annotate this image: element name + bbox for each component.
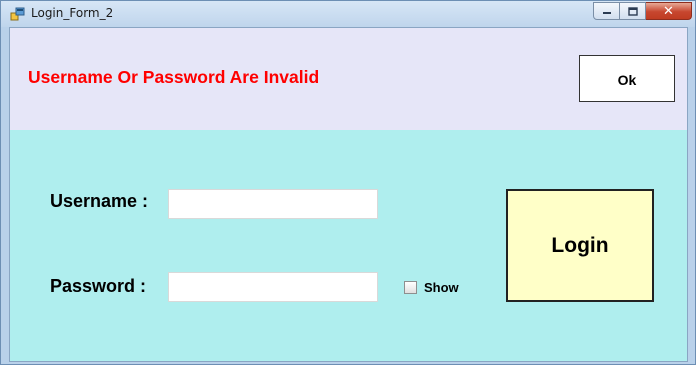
username-label: Username : bbox=[50, 191, 149, 211]
error-message: Username Or Password Are Invalid bbox=[28, 67, 320, 87]
minimize-icon bbox=[602, 12, 611, 14]
close-button[interactable]: ✕ bbox=[646, 2, 692, 20]
password-input[interactable] bbox=[168, 272, 378, 302]
show-password-checkbox[interactable] bbox=[404, 281, 417, 294]
minimize-button[interactable] bbox=[593, 2, 620, 20]
window-title: Login_Form_2 bbox=[31, 6, 114, 20]
title-bar[interactable]: Login_Form_2 ✕ bbox=[1, 1, 695, 27]
username-input[interactable] bbox=[168, 189, 378, 219]
app-icon bbox=[10, 7, 25, 21]
maximize-button[interactable] bbox=[620, 2, 646, 20]
login-panel: Username : Password : Show Login bbox=[10, 130, 687, 361]
close-icon: ✕ bbox=[663, 3, 674, 19]
show-password-label[interactable]: Show bbox=[424, 280, 459, 295]
form-client-area: Username Or Password Are Invalid Ok User… bbox=[9, 27, 688, 362]
maximize-icon bbox=[627, 6, 638, 16]
login-button[interactable]: Login bbox=[506, 189, 654, 302]
login-form-window: Login_Form_2 ✕ Username Or Password Are … bbox=[0, 0, 696, 365]
window-controls: ✕ bbox=[593, 2, 692, 21]
ok-button[interactable]: Ok bbox=[579, 55, 675, 102]
password-label: Password : bbox=[50, 276, 147, 296]
error-banner: Username Or Password Are Invalid Ok bbox=[10, 28, 687, 130]
